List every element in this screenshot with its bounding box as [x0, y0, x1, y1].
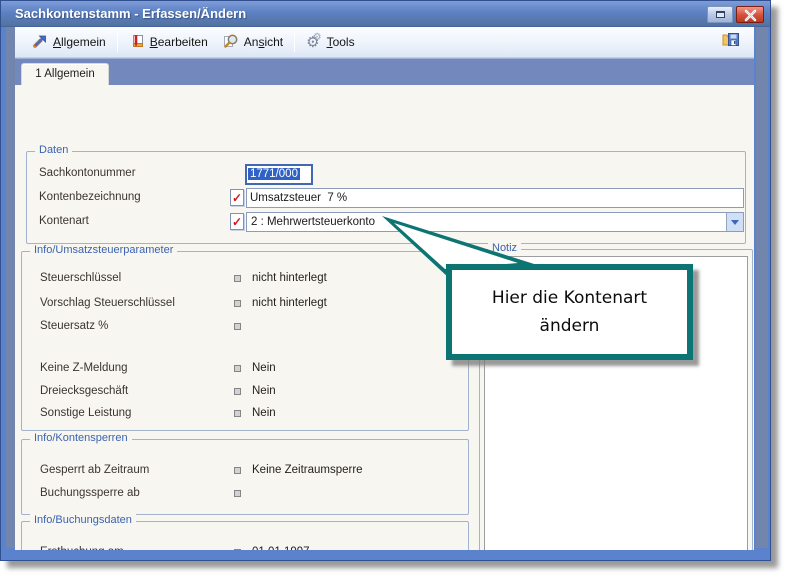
row-label: Sonstige Leistung [40, 407, 131, 419]
row-value: nicht hinterlegt [252, 297, 327, 309]
toolbar-separator [294, 32, 295, 52]
group-kontensperren: Info/Kontensperren Gesperrt ab Zeitraum … [21, 439, 469, 515]
row-value: Nein [252, 385, 276, 397]
row-label: Buchungssperre ab [40, 487, 140, 499]
tab-allgemein[interactable]: 1 Allgemein [21, 63, 109, 85]
close-icon [744, 9, 757, 22]
window-border-right [756, 27, 768, 548]
toolbar-item-label: Bearbeiten [150, 35, 208, 49]
bullet-icon [234, 323, 241, 330]
kontenart-value: 2 : Mehrwertsteuerkonto [251, 213, 375, 231]
group-buchungsdaten: Info/Buchungsdaten Erstbuchung am 01.01.… [21, 521, 469, 550]
row-label: Gesperrt ab Zeitraum [40, 464, 149, 476]
row-label: Dreiecksgeschäft [40, 385, 128, 397]
save-icon [721, 36, 740, 53]
toolbar-separator [117, 32, 118, 52]
group-daten: Daten Sachkontonummer 1771/000 Kontenbez… [26, 151, 746, 244]
bullet-icon [234, 388, 241, 395]
toolbar-item-ansicht[interactable]: Ansicht [215, 30, 290, 55]
nav-arrow-icon [32, 33, 48, 52]
magnifier-icon [222, 33, 239, 52]
save-button[interactable] [719, 28, 742, 56]
group-kontensperren-title: Info/Kontensperren [30, 432, 132, 444]
label-sachkontonummer: Sachkontonummer [39, 167, 136, 179]
bullet-icon [234, 275, 241, 282]
restore-icon [716, 11, 725, 18]
row-value: 01.01.1997 [252, 546, 310, 550]
app-window: Sachkontenstamm - Erfassen/Ändern [0, 0, 771, 561]
label-kontenart: Kontenart [39, 215, 89, 227]
check-icon: ✓ [230, 189, 244, 206]
check-icon: ✓ [230, 213, 244, 230]
client-area: Allgemein Bearbeiten [15, 27, 754, 550]
close-button[interactable] [736, 6, 764, 23]
window-title: Sachkontenstamm - Erfassen/Ändern [15, 6, 246, 21]
callout-text-line1: Hier die Kontenart [492, 288, 647, 308]
bullet-icon [234, 300, 241, 307]
toolbar: Allgemein Bearbeiten [15, 27, 754, 58]
chevron-down-icon [731, 220, 739, 225]
sachkontonummer-value: 1771/000 [248, 168, 300, 180]
sachkontonummer-input[interactable]: 1771/000 [245, 164, 313, 185]
toolbar-item-allgemein[interactable]: Allgemein [25, 30, 113, 55]
kontenart-dropdown[interactable]: 2 : Mehrwertsteuerkonto [246, 212, 744, 232]
toolbar-item-label: Tools [327, 35, 355, 49]
row-label: Vorschlag Steuerschlüssel [40, 297, 175, 309]
kontenart-dropdown-button[interactable] [726, 213, 743, 231]
toolbar-item-tools[interactable]: ⚙⚙ Tools [299, 32, 361, 53]
group-daten-title: Daten [35, 144, 72, 156]
tab-page-allgemein: Daten Sachkontonummer 1771/000 Kontenbez… [15, 85, 754, 550]
titlebar: Sachkontenstamm - Erfassen/Ändern [1, 1, 770, 27]
row-label: Steuersatz % [40, 320, 108, 332]
row-label: Erstbuchung am [40, 546, 124, 550]
group-notiz-title: Notiz [488, 242, 521, 254]
tabstrip: 1 Allgemein [15, 58, 754, 85]
kontenbezeichnung-input[interactable]: Umsatzsteuer 7 % [246, 188, 744, 208]
group-buchungsdaten-title: Info/Buchungsdaten [30, 514, 136, 526]
row-label: Keine Z-Meldung [40, 362, 128, 374]
label-kontenbezeichnung: Kontenbezeichnung [39, 191, 141, 203]
group-umsatzsteuerparameter: Info/Umsatzsteuerparameter Steuerschlüss… [21, 251, 469, 431]
toolbar-item-bearbeiten[interactable]: Bearbeiten [122, 30, 215, 55]
toolbar-item-label: Allgemein [53, 35, 106, 49]
callout-text-line2: ändern [540, 316, 600, 336]
row-value: nicht hinterlegt [252, 272, 327, 284]
group-umsatzsteuerparameter-title: Info/Umsatzsteuerparameter [30, 244, 177, 256]
bullet-icon [234, 467, 241, 474]
window-border-left [6, 27, 15, 548]
row-value: Keine Zeitraumsperre [252, 464, 363, 476]
bullet-icon [234, 365, 241, 372]
bullet-icon [234, 490, 241, 497]
row-value: Nein [252, 407, 276, 419]
restore-button[interactable] [707, 6, 733, 23]
edit-pen-icon [129, 33, 145, 52]
row-value: Nein [252, 362, 276, 374]
gears-icon: ⚙⚙ [306, 35, 321, 50]
bullet-icon [234, 410, 241, 417]
toolbar-item-label: Ansicht [244, 35, 283, 49]
callout-box: Hier die Kontenart ändern [446, 264, 693, 360]
bullet-icon [234, 549, 241, 550]
row-label: Steuerschlüssel [40, 272, 121, 284]
screenshot-stage: Sachkontenstamm - Erfassen/Ändern [0, 0, 785, 576]
